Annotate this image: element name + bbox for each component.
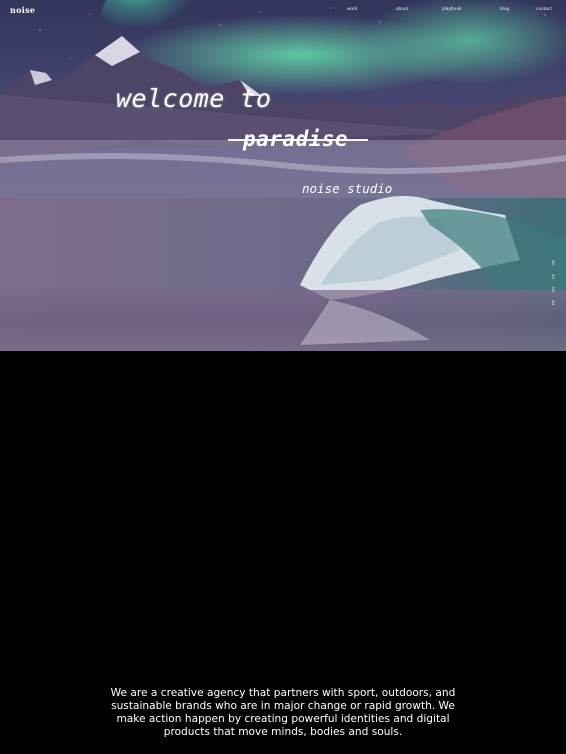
lang-se[interactable]: SE — [551, 256, 556, 270]
nav-blog[interactable]: blog — [500, 6, 509, 11]
intro-paragraph: We are a creative agency that partners w… — [110, 686, 456, 739]
nav-about[interactable]: about — [396, 6, 408, 11]
lang-fr[interactable]: FR — [551, 296, 556, 310]
nav-work[interactable]: work — [347, 6, 357, 11]
logo[interactable]: noise — [10, 5, 35, 15]
top-navigation: noise work about playbook blog contact — [0, 0, 566, 20]
nav-contact[interactable]: contact — [536, 6, 552, 11]
hero-studio-name: noise studio — [302, 181, 393, 196]
hero-banner: noise work about playbook blog contact w… — [0, 0, 566, 351]
lang-dk[interactable]: DK — [551, 270, 556, 284]
nav-playbook[interactable]: playbook — [442, 6, 462, 11]
hero-headline: welcome to — [116, 84, 272, 113]
lang-no[interactable]: NO — [551, 283, 556, 297]
strikethrough-line — [228, 139, 368, 141]
hero-landscape-image — [0, 0, 566, 351]
